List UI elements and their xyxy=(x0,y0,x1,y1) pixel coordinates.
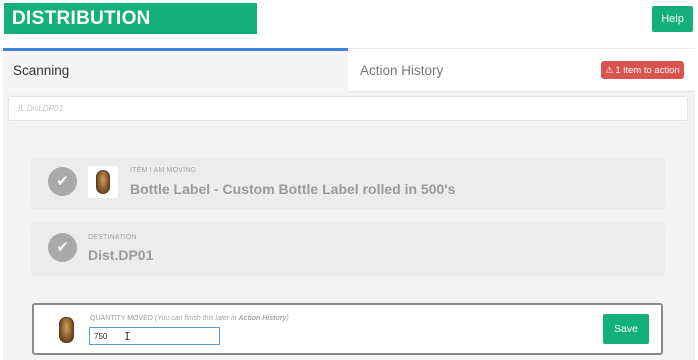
action-badge-text: 1 item to action xyxy=(615,65,680,76)
tab-bar: Scanning Action History xyxy=(3,48,695,92)
scan-input[interactable] xyxy=(8,96,688,121)
hint-prefix: (You can finish this later in xyxy=(154,315,239,322)
tab-scanning[interactable]: Scanning xyxy=(3,48,348,92)
destination-value: Dist.DP01 xyxy=(88,247,154,263)
bottle-label-image xyxy=(58,317,74,343)
item-name: Bottle Label - Custom Bottle Label rolle… xyxy=(130,181,456,197)
destination-caption: DESTINATION xyxy=(88,234,137,241)
quantity-caption: QUANTITY MOVED (You can finish this late… xyxy=(90,315,289,322)
check-icon: ✔ xyxy=(48,233,77,262)
action-history-link[interactable]: Action History xyxy=(239,315,287,322)
destination-card: ✔ DESTINATION Dist.DP01 xyxy=(32,222,664,274)
item-card: ✔ ITEM I AM MOVING Bottle Label - Custom… xyxy=(32,157,664,208)
item-caption: ITEM I AM MOVING xyxy=(130,167,197,174)
bottle-label-image xyxy=(96,170,110,194)
quantity-caption-label: QUANTITY MOVED xyxy=(90,315,153,322)
quantity-form: QUANTITY MOVED (You can finish this late… xyxy=(32,303,663,355)
hint-suffix: ) xyxy=(286,315,289,322)
product-thumbnail xyxy=(88,166,118,198)
save-button[interactable]: Save xyxy=(603,314,649,344)
warning-icon: ⚠ xyxy=(605,65,614,75)
check-icon: ✔ xyxy=(48,167,77,196)
product-thumbnail xyxy=(56,315,76,345)
quantity-input[interactable] xyxy=(89,327,220,345)
app-title: DISTRIBUTION SCANNING xyxy=(4,3,257,60)
quantity-hint: (You can finish this later in Action His… xyxy=(155,315,289,322)
help-button[interactable]: Help xyxy=(652,6,693,32)
text-cursor-icon: I xyxy=(124,330,131,343)
action-badge[interactable]: ⚠ 1 item to action xyxy=(601,61,684,79)
